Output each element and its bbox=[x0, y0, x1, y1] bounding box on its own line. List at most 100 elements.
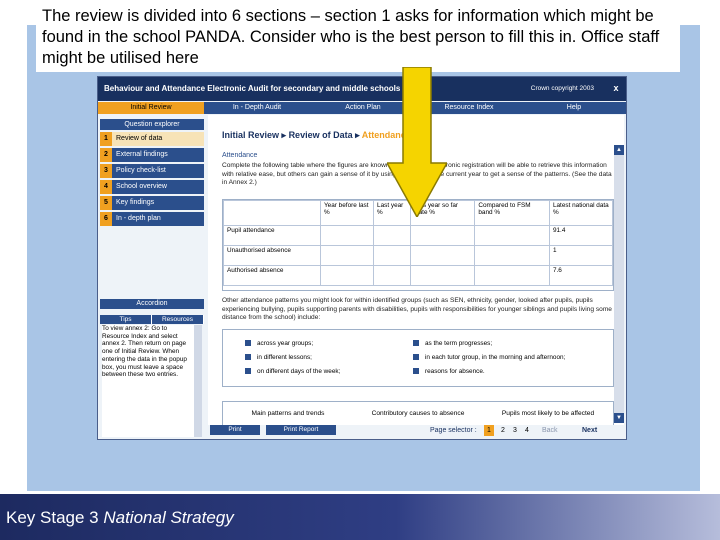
checklist-label: reasons for absence. bbox=[425, 368, 485, 375]
checklist-label: across year groups; bbox=[257, 340, 314, 347]
data-cell[interactable] bbox=[373, 245, 411, 266]
footer-suffix: National Strategy bbox=[103, 508, 234, 527]
national-value: 91.4 bbox=[548, 225, 614, 246]
accordion-header[interactable]: Accordion bbox=[100, 299, 204, 309]
table-row: Pupil attendance 91.4 bbox=[223, 225, 614, 246]
data-cell[interactable] bbox=[373, 265, 411, 286]
row-label: Pupil attendance bbox=[223, 225, 321, 246]
data-cell[interactable] bbox=[373, 225, 411, 246]
data-cell[interactable] bbox=[319, 245, 375, 266]
patterns-table-header: Main patterns and trends Contributory ca… bbox=[222, 401, 614, 425]
checklist-item[interactable]: as the term progresses; bbox=[413, 340, 492, 347]
tips-text: To view annex 2: Go to Resource Index an… bbox=[102, 325, 194, 437]
question-explorer: Question explorer 1 Review of data 2 Exter… bbox=[100, 119, 204, 226]
tab-resources[interactable]: Resources bbox=[152, 315, 204, 324]
print-button[interactable]: Print bbox=[210, 425, 260, 435]
table-header: Compared to FSM band % bbox=[474, 200, 550, 226]
checkbox-icon bbox=[413, 368, 419, 375]
data-cell[interactable] bbox=[409, 225, 476, 246]
content-scrollbar[interactable]: ▲ ▼ bbox=[614, 145, 624, 423]
column-header: Main patterns and trends bbox=[251, 410, 325, 417]
yellow-arrow-icon bbox=[387, 67, 447, 217]
item-number: 4 bbox=[100, 180, 112, 194]
table-header: Year before last % bbox=[319, 200, 375, 226]
item-label: Key findings bbox=[116, 199, 155, 206]
table-header: Latest national data % bbox=[548, 200, 614, 226]
menu-initial-review[interactable]: Initial Review bbox=[98, 102, 204, 114]
checklist-item[interactable]: in different lessons; bbox=[245, 354, 312, 361]
row-label: Unauthorised absence bbox=[223, 245, 321, 266]
national-value: 1 bbox=[548, 245, 614, 266]
data-cell[interactable] bbox=[474, 265, 550, 286]
scroll-down-icon[interactable]: ▼ bbox=[614, 413, 624, 423]
item-number: 6 bbox=[100, 212, 112, 226]
copyright-label: Crown copyright 2003 bbox=[530, 85, 594, 92]
page-2-button[interactable]: 2 bbox=[498, 425, 508, 436]
tips-scrollbar[interactable] bbox=[194, 325, 202, 437]
sidebar-item-key-findings[interactable]: 5 Key findings bbox=[100, 196, 204, 210]
item-label: Review of data bbox=[116, 135, 163, 142]
page-1-button[interactable]: 1 bbox=[484, 425, 494, 436]
page-3-button[interactable]: 3 bbox=[510, 425, 520, 436]
question-explorer-header: Question explorer bbox=[100, 119, 204, 130]
checklist-label: on different days of the week; bbox=[257, 368, 341, 375]
section-title: Attendance bbox=[222, 152, 258, 159]
checklist-label: in each tutor group, in the morning and … bbox=[425, 354, 566, 361]
main-menu: Initial Review In - Depth Audit Action P… bbox=[98, 102, 626, 114]
checklist-label: as the term progresses; bbox=[425, 340, 493, 347]
scroll-up-icon[interactable]: ▲ bbox=[614, 145, 624, 155]
table-row: Authorised absence 7.6 bbox=[223, 265, 614, 286]
next-button[interactable]: Next bbox=[582, 425, 597, 437]
checkbox-icon bbox=[245, 340, 251, 347]
audit-app-window: Behaviour and Attendance Electronic Audi… bbox=[97, 76, 627, 440]
footer-prefix: Key Stage 3 bbox=[6, 508, 104, 527]
breadcrumb-initial-review[interactable]: Initial Review bbox=[222, 130, 279, 140]
column-header: Pupils most likely to be affected bbox=[501, 410, 595, 417]
item-label: Policy check-list bbox=[116, 167, 166, 174]
sidebar-item-review-of-data[interactable]: 1 Review of data bbox=[100, 132, 204, 146]
slide-caption: The review is divided into 6 sections – … bbox=[36, 4, 680, 72]
data-cell[interactable] bbox=[474, 245, 550, 266]
checkbox-icon bbox=[245, 354, 251, 361]
sidebar-item-policy-checklist[interactable]: 3 Policy check-list bbox=[100, 164, 204, 178]
print-report-button[interactable]: Print Report bbox=[266, 425, 336, 435]
item-number: 1 bbox=[100, 132, 112, 146]
page-4-button[interactable]: 4 bbox=[522, 425, 532, 436]
sidebar-item-school-overview[interactable]: 4 School overview bbox=[100, 180, 204, 194]
table-row: Unauthorised absence 1 bbox=[223, 245, 614, 266]
close-icon[interactable]: x bbox=[610, 83, 622, 95]
item-number: 3 bbox=[100, 164, 112, 178]
sidebar-item-external-findings[interactable]: 2 External findings bbox=[100, 148, 204, 162]
item-label: External findings bbox=[116, 151, 168, 158]
checklist-item[interactable]: in each tutor group, in the morning and … bbox=[413, 354, 565, 361]
page-selector-label: Page selector : bbox=[430, 427, 477, 434]
national-value: 7.6 bbox=[548, 265, 614, 286]
item-number: 2 bbox=[100, 148, 112, 162]
data-cell[interactable] bbox=[409, 245, 476, 266]
checklist-item[interactable]: across year groups; bbox=[245, 340, 313, 347]
app-title: Behaviour and Attendance Electronic Audi… bbox=[104, 84, 401, 93]
footer-title: Key Stage 3 National Strategy bbox=[6, 508, 234, 528]
data-cell[interactable] bbox=[319, 225, 375, 246]
breadcrumb-review-of-data[interactable]: Review of Data bbox=[289, 130, 353, 140]
bottom-toolbar: Print Print Report Page selector : 1 2 3… bbox=[208, 425, 624, 437]
pattern-checklist: across year groups; as the term progress… bbox=[222, 329, 614, 387]
menu-in-depth-audit[interactable]: In - Depth Audit bbox=[204, 102, 310, 114]
table-header bbox=[223, 200, 321, 226]
checklist-item[interactable]: reasons for absence. bbox=[413, 368, 485, 375]
data-cell[interactable] bbox=[319, 265, 375, 286]
checklist-item[interactable]: on different days of the week; bbox=[245, 368, 340, 375]
back-button[interactable]: Back bbox=[542, 425, 558, 437]
tips-resources-tabs: Tips Resources bbox=[100, 315, 204, 324]
data-cell[interactable] bbox=[474, 225, 550, 246]
menu-help[interactable]: Help bbox=[522, 102, 626, 114]
column-header: Contributory causes to absence bbox=[371, 410, 465, 417]
other-patterns-text: Other attendance patterns you might look… bbox=[222, 297, 612, 321]
data-cell[interactable] bbox=[409, 265, 476, 286]
checkbox-icon bbox=[413, 340, 419, 347]
checklist-label: in different lessons; bbox=[257, 354, 312, 361]
sidebar-item-in-depth-plan[interactable]: 6 In - depth plan bbox=[100, 212, 204, 226]
item-number: 5 bbox=[100, 196, 112, 210]
breadcrumb: Initial Review ▸ Review of Data ▸ Attend… bbox=[222, 130, 411, 140]
tab-tips[interactable]: Tips bbox=[100, 315, 152, 324]
